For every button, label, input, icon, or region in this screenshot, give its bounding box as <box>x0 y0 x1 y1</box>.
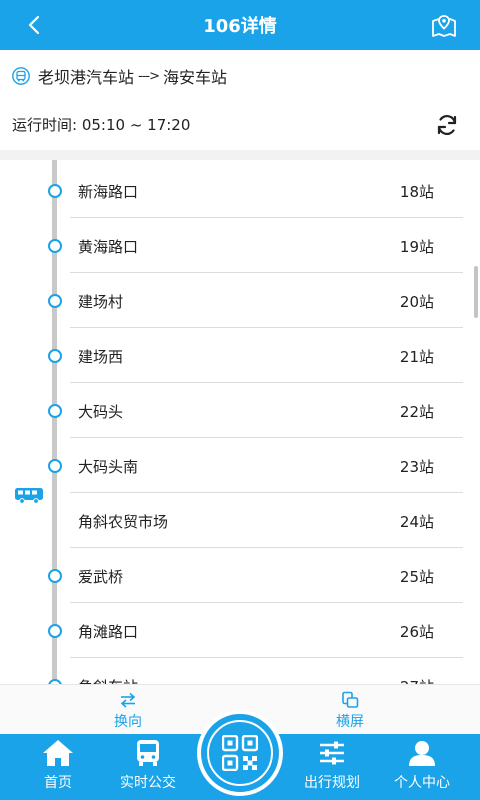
stop-item[interactable]: 新海路口 18站 <box>0 163 480 218</box>
sliders-icon <box>320 741 344 765</box>
stop-count: 26站 <box>399 623 434 641</box>
bus-front-icon <box>137 740 159 766</box>
stop-count: 25站 <box>399 568 434 586</box>
app-header: 106详情 <box>0 0 480 50</box>
stop-name: 黄海路口 <box>78 238 139 256</box>
stop-item[interactable]: 建场西 21站 <box>0 328 480 383</box>
tab-profile-label: 个人中心 <box>394 775 450 791</box>
tab-trip-label: 出行规划 <box>304 775 360 791</box>
stop-dot <box>48 349 62 363</box>
stop-count: 18站 <box>399 183 434 201</box>
section-divider <box>0 150 480 160</box>
stop-count: 24站 <box>399 513 434 531</box>
stop-dot <box>48 404 62 418</box>
swap-icon <box>120 692 136 708</box>
landscape-icon <box>342 691 359 708</box>
route-arrow: ---> <box>138 68 160 84</box>
stop-name: 新海路口 <box>78 183 139 201</box>
stop-count: 27站 <box>400 676 434 684</box>
stop-item[interactable]: 建场村 20站 <box>0 273 480 328</box>
stop-dot <box>48 239 62 253</box>
bus-icon <box>12 67 30 85</box>
tab-realtime[interactable]: 实时公交 <box>110 738 186 792</box>
route-origin: 老坝港汽车站 <box>38 68 135 87</box>
stop-list[interactable]: 新海路口 18站 黄海路口 19站 建场村 20站 建场西 21站 大码头 22… <box>0 160 480 684</box>
stop-dot <box>48 569 62 583</box>
map-pin-icon[interactable] <box>430 12 458 40</box>
stop-name: 建场村 <box>78 293 124 311</box>
tab-realtime-label: 实时公交 <box>120 775 176 791</box>
stop-name: 建场西 <box>78 348 124 366</box>
qr-code-icon <box>222 735 258 771</box>
tab-trip-planning[interactable]: 出行规划 <box>294 738 370 792</box>
tab-profile[interactable]: 个人中心 <box>384 738 460 792</box>
page-title: 106详情 <box>203 16 277 37</box>
stop-count: 23站 <box>399 458 434 476</box>
stop-item[interactable]: 黄海路口 19站 <box>0 218 480 273</box>
landscape-button[interactable]: 横屏 <box>310 689 390 731</box>
operating-hours: 运行时间: 05:10 ~ 17:20 <box>12 116 191 134</box>
stop-name: 大码头南 <box>78 458 139 476</box>
scrollbar[interactable] <box>474 266 478 318</box>
stop-dot <box>48 184 62 198</box>
stop-name: 大码头 <box>78 403 124 421</box>
landscape-label: 横屏 <box>336 714 364 730</box>
stop-item[interactable]: 角滩路口 26站 <box>0 603 480 658</box>
refresh-icon[interactable] <box>434 112 460 138</box>
stop-name: 角斜农贸市场 <box>78 513 169 531</box>
stop-item[interactable]: 大码头南 23站 <box>0 438 480 493</box>
stop-item[interactable]: 角斜车站 27站 <box>0 658 480 684</box>
qr-code-button[interactable] <box>197 710 283 796</box>
tab-home[interactable]: 首页 <box>28 738 88 792</box>
stop-item[interactable]: 爱武桥 25站 <box>0 548 480 603</box>
route-direction: 老坝港汽车站 ---> 海安车站 <box>12 62 227 90</box>
stop-count: 19站 <box>399 238 434 256</box>
stop-dot <box>48 294 62 308</box>
user-icon <box>409 741 435 766</box>
stop-item[interactable]: 大码头 22站 <box>0 383 480 438</box>
stop-name: 角滩路口 <box>78 623 139 641</box>
stop-count: 22站 <box>399 403 434 421</box>
switch-direction-label: 换向 <box>114 714 142 730</box>
tab-home-label: 首页 <box>44 775 72 791</box>
switch-direction-button[interactable]: 换向 <box>88 689 168 731</box>
bus-position-icon <box>15 488 43 504</box>
stop-dot <box>48 459 62 473</box>
stop-count: 20站 <box>399 293 434 311</box>
stop-count: 21站 <box>399 348 434 366</box>
home-icon <box>43 740 73 766</box>
stop-name: 角斜车站 <box>78 676 138 684</box>
stop-dot <box>48 624 62 638</box>
route-destination: 海安车站 <box>162 68 227 87</box>
stop-name: 爱武桥 <box>78 568 124 586</box>
stop-item[interactable]: 角斜农贸市场 24站 <box>0 493 480 548</box>
